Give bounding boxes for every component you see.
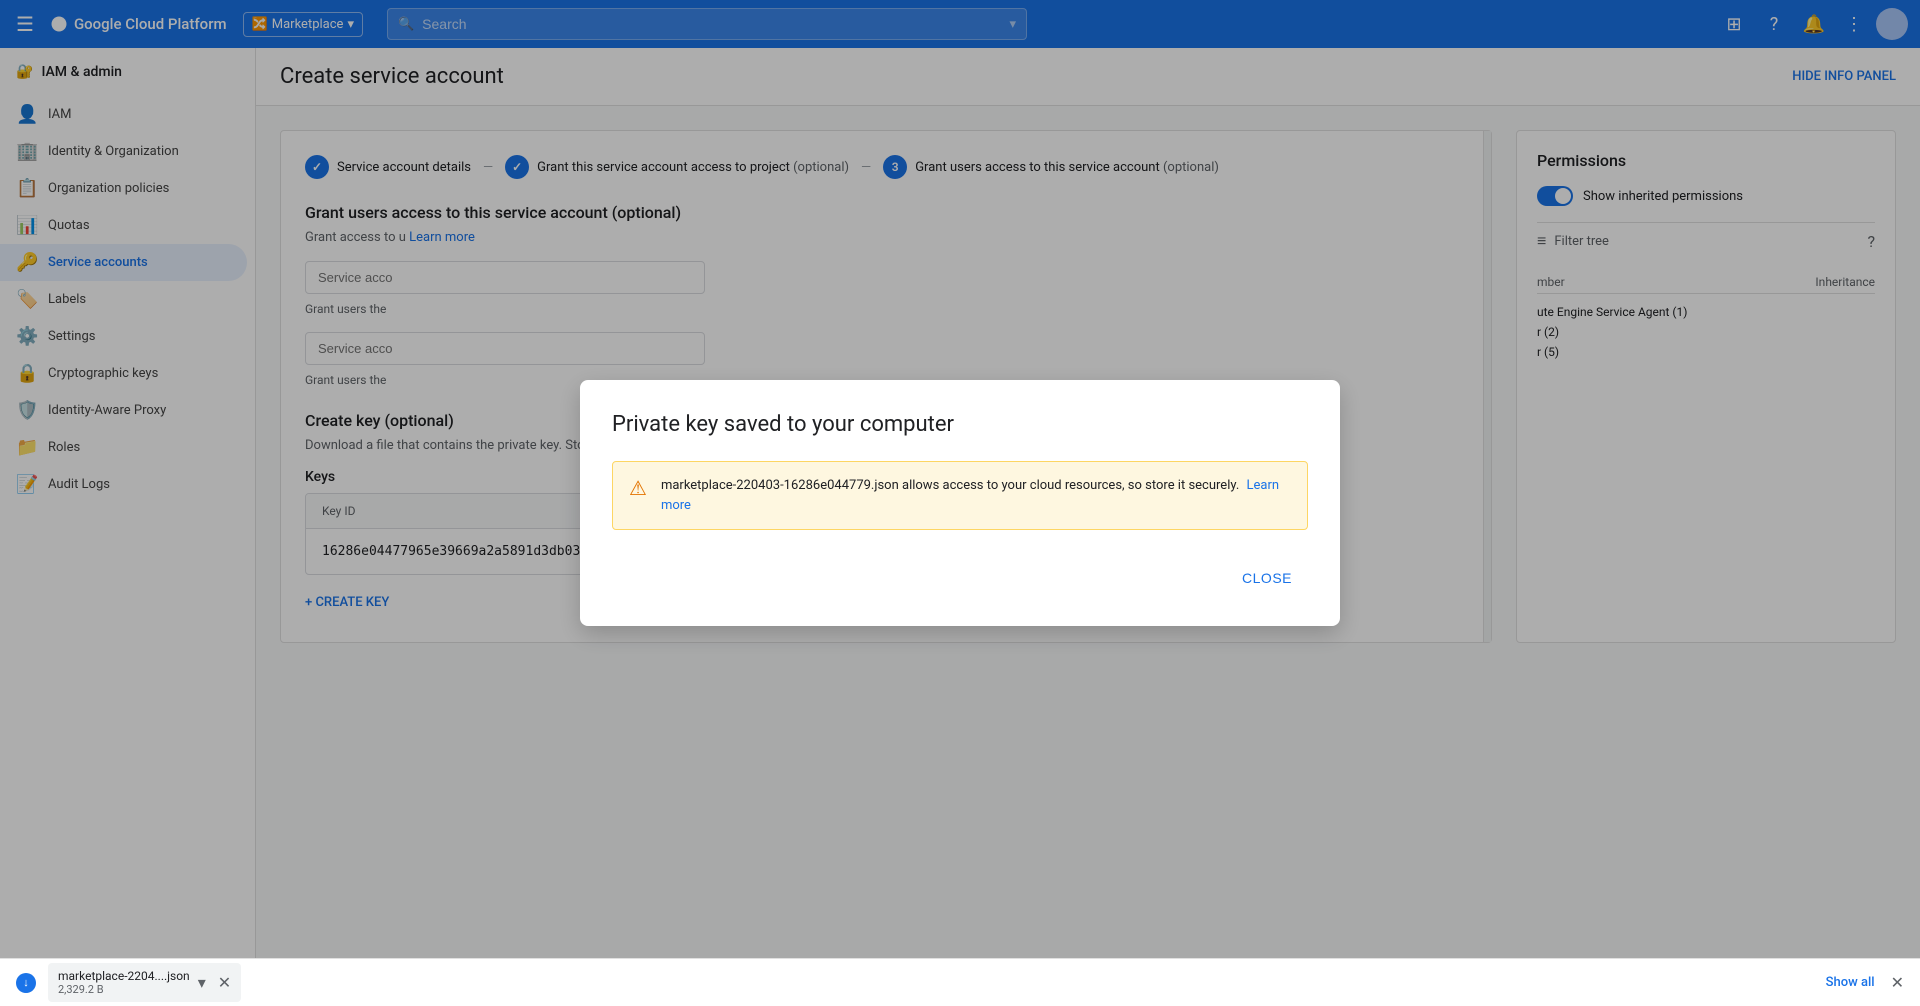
download-bar-close-button[interactable]: ✕	[1891, 973, 1904, 992]
private-key-dialog: Private key saved to your computer ⚠ mar…	[580, 380, 1340, 626]
download-item: marketplace-2204....json 2,329.2 B ▾ ✕	[48, 963, 241, 1002]
download-file-name: marketplace-2204....json	[58, 969, 190, 983]
download-file-size: 2,329.2 B	[58, 983, 190, 996]
dialog-close-button[interactable]: CLOSE	[1226, 562, 1308, 594]
download-close-button[interactable]: ✕	[218, 973, 231, 992]
dialog-title: Private key saved to your computer	[612, 412, 1308, 437]
dialog-overlay[interactable]: Private key saved to your computer ⚠ mar…	[0, 0, 1920, 1006]
download-expand-icon[interactable]: ▾	[198, 973, 206, 992]
show-all-button[interactable]: Show all	[1826, 975, 1875, 990]
dialog-warning: ⚠ marketplace-220403-16286e044779.json a…	[612, 461, 1308, 530]
download-file-icon: ↓	[16, 973, 36, 993]
warning-text: marketplace-220403-16286e044779.json all…	[661, 476, 1291, 515]
warning-icon: ⚠	[629, 476, 647, 500]
download-file-info: marketplace-2204....json 2,329.2 B	[58, 969, 190, 996]
dialog-actions: CLOSE	[612, 562, 1308, 594]
download-bar: ↓ marketplace-2204....json 2,329.2 B ▾ ✕…	[0, 958, 1920, 1006]
